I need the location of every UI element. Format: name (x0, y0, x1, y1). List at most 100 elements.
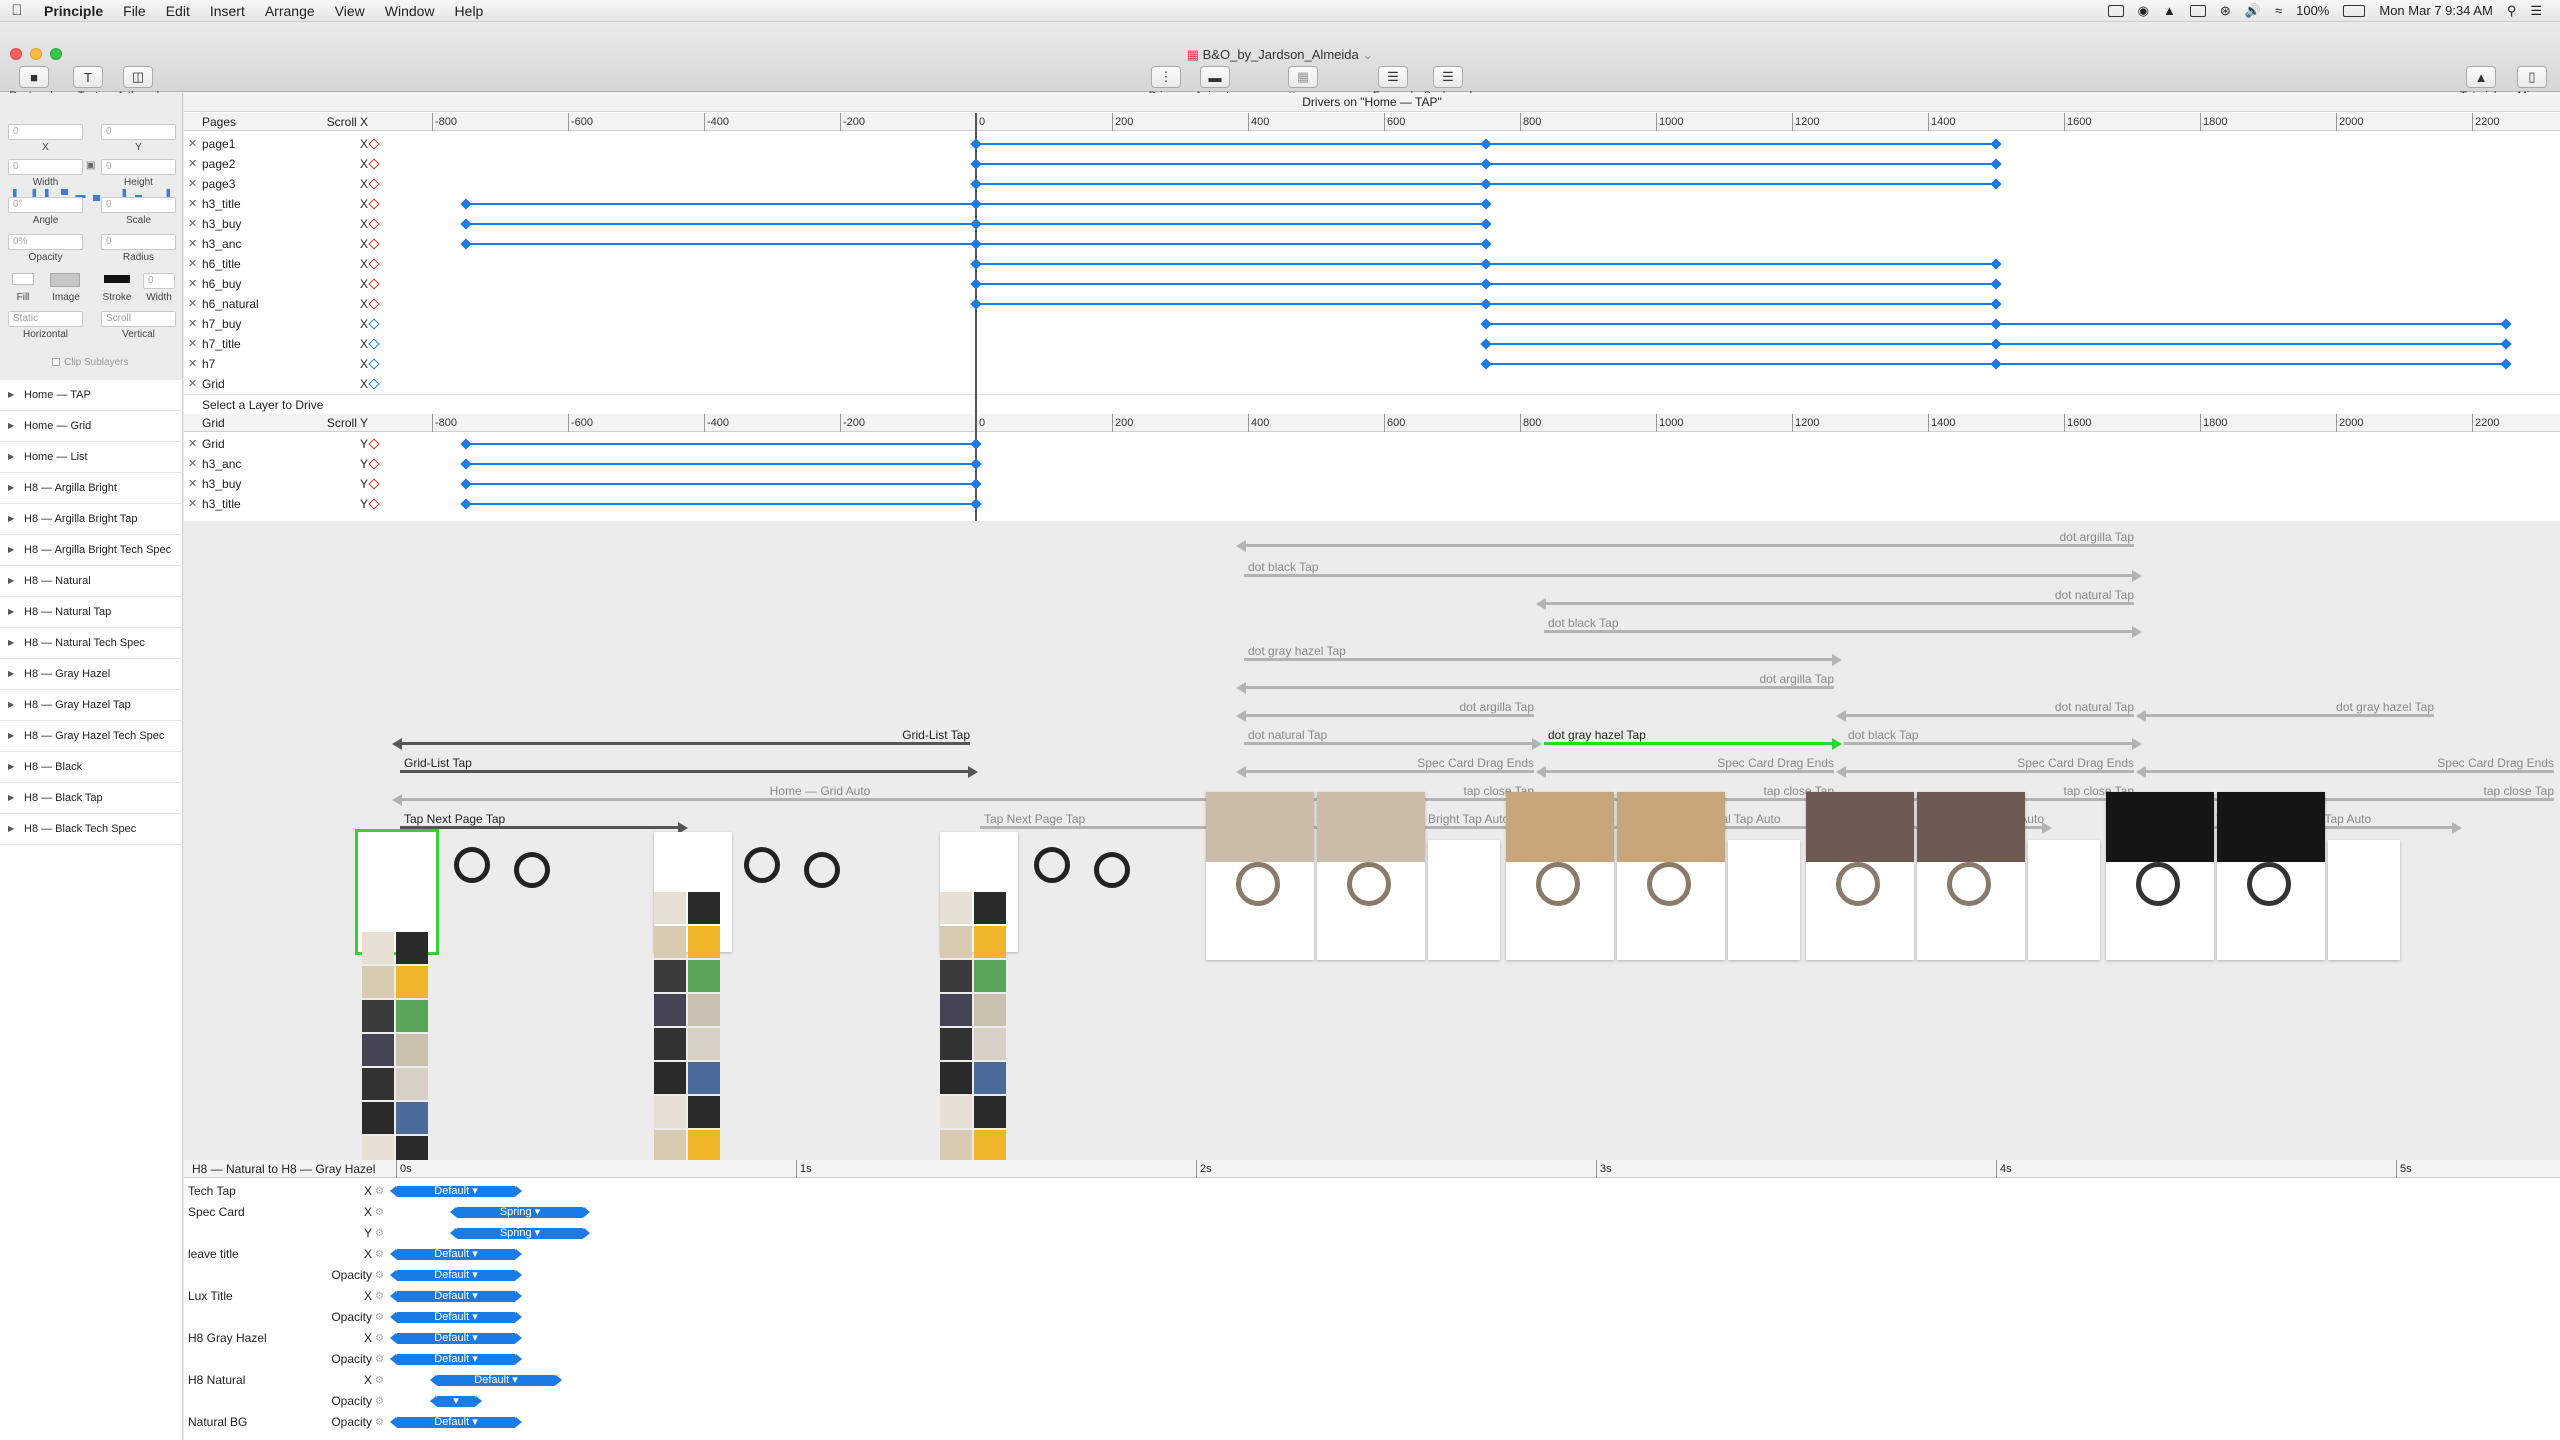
transition-line[interactable] (400, 770, 970, 773)
menu-arrange[interactable]: Arrange (255, 3, 325, 19)
layer-item[interactable]: ▶ H8 — Gray Hazel (0, 659, 183, 690)
scale-field[interactable]: 0 (101, 197, 176, 213)
disclosure-triangle-icon[interactable]: ▶ (8, 628, 14, 658)
property-gear-icon[interactable]: ⚙ (375, 1265, 384, 1286)
driver-keyframe-icon[interactable] (368, 198, 380, 210)
remove-driver-icon[interactable]: ✕ (188, 494, 197, 514)
height-field[interactable]: 0 (101, 159, 176, 175)
remove-driver-icon[interactable]: ✕ (188, 454, 197, 474)
driver-section-axis[interactable]: Scroll X (327, 113, 368, 131)
airplay-icon[interactable] (2189, 4, 2206, 17)
spotlight-icon[interactable]: ⚲ (2507, 3, 2517, 19)
camera-icon[interactable] (2107, 4, 2124, 17)
menu-app-name[interactable]: Principle (34, 3, 113, 19)
lock-icon[interactable]: ▣ (86, 160, 95, 171)
remove-driver-icon[interactable]: ✕ (188, 134, 197, 154)
transition-label[interactable]: dot natural Tap (1934, 700, 2134, 714)
layer-item[interactable]: ▶ H8 — Natural (0, 566, 183, 597)
transition-label[interactable]: dot argilla Tap (1334, 700, 1535, 714)
bluetooth-icon[interactable]: ⊛ (2220, 3, 2231, 19)
property-gear-icon[interactable]: ⚙ (375, 1286, 384, 1307)
animation-curve-button[interactable]: Default ▾ (390, 1417, 522, 1428)
layer-item[interactable]: ▶ Home — Grid (0, 411, 183, 442)
property-gear-icon[interactable]: ⚙ (375, 1391, 384, 1412)
layer-item[interactable]: ▶ H8 — Natural Tech Spec (0, 628, 183, 659)
disclosure-triangle-icon[interactable]: ▶ (8, 814, 14, 844)
vertical-select[interactable]: Scroll (101, 311, 176, 327)
property-gear-icon[interactable]: ⚙ (375, 1202, 384, 1223)
remove-driver-icon[interactable]: ✕ (188, 354, 197, 374)
transition-label[interactable]: Spec Card Drag Ends (1334, 756, 1534, 770)
property-gear-icon[interactable]: ⚙ (375, 1370, 384, 1391)
battery-icon[interactable] (2343, 4, 2366, 17)
notification-center-icon[interactable]: ☰ (2530, 3, 2542, 19)
driver-keyframe-icon[interactable] (368, 158, 380, 170)
timeline-row[interactable]: H8 Natural X ⚙ (184, 1370, 384, 1391)
animation-curve-button[interactable]: ▾ (430, 1396, 482, 1407)
disclosure-triangle-icon[interactable]: ▶ (8, 752, 14, 782)
driver-row[interactable]: ✕ h6_buy X (184, 274, 384, 294)
transition-label[interactable]: dot natural Tap (1934, 588, 2134, 602)
artboard-thumbnail[interactable] (2028, 840, 2100, 960)
transition-label[interactable]: dot gray hazel Tap (1548, 728, 1646, 742)
driver-keyframe-icon[interactable] (368, 358, 380, 370)
driver-keyframe-icon[interactable] (368, 278, 380, 290)
property-gear-icon[interactable]: ⚙ (375, 1328, 384, 1349)
property-gear-icon[interactable]: ⚙ (375, 1223, 384, 1244)
dropbox-icon[interactable]: ▲ (2163, 3, 2176, 18)
driver-row[interactable]: ✕ page2 X (184, 154, 384, 174)
transition-line[interactable] (1244, 714, 1534, 717)
transition-label[interactable]: Grid-List Tap (770, 728, 970, 742)
driver-keyframe-icon[interactable] (368, 238, 380, 250)
remove-driver-icon[interactable]: ✕ (188, 254, 197, 274)
transition-label[interactable]: dot gray hazel Tap (1248, 644, 1346, 658)
driver-keyframe-icon[interactable] (368, 178, 380, 190)
layer-item[interactable]: ▶ H8 — Argilla Bright Tap (0, 504, 183, 535)
disclosure-triangle-icon[interactable]: ▶ (8, 659, 14, 689)
animation-curve-button[interactable]: Default ▾ (390, 1186, 522, 1197)
clip-sublayers-checkbox[interactable] (52, 358, 60, 366)
x-field[interactable]: 0 (8, 124, 83, 140)
driver-row[interactable]: ✕ h7_buy X (184, 314, 384, 334)
transition-label[interactable]: dot argilla Tap (1634, 672, 1835, 686)
chevron-down-icon[interactable]: ⌄ (1359, 47, 1373, 62)
driver-keyframe-icon[interactable] (368, 218, 380, 230)
animation-curve-button[interactable]: Default ▾ (430, 1375, 562, 1386)
remove-driver-icon[interactable]: ✕ (188, 194, 197, 214)
driver-row[interactable]: ✕ h7_title X (184, 334, 384, 354)
driver-row[interactable]: ✕ h7 X (184, 354, 384, 374)
layer-item[interactable]: ▶ H8 — Gray Hazel Tech Spec (0, 721, 183, 752)
disclosure-triangle-icon[interactable]: ▶ (8, 721, 14, 751)
timeline-row[interactable]: Opacity ⚙ (184, 1265, 384, 1286)
disclosure-triangle-icon[interactable]: ▶ (8, 411, 14, 441)
transition-label[interactable]: dot argilla Tap (1934, 530, 2135, 544)
apple-icon[interactable]:  (0, 2, 34, 19)
animation-curve-button[interactable]: Default ▾ (390, 1249, 522, 1260)
layer-item[interactable]: ▶ H8 — Gray Hazel Tap (0, 690, 183, 721)
disclosure-triangle-icon[interactable]: ▶ (8, 597, 14, 627)
driver-keyframe-icon[interactable] (368, 318, 380, 330)
timeline-row[interactable]: leave title X ⚙ (184, 1244, 384, 1265)
property-gear-icon[interactable]: ⚙ (375, 1244, 384, 1265)
remove-driver-icon[interactable]: ✕ (188, 474, 197, 494)
horizontal-select[interactable]: Static (8, 311, 83, 327)
driver-keyframe-icon[interactable] (368, 338, 380, 350)
layer-item[interactable]: ▶ H8 — Argilla Bright (0, 473, 183, 504)
driver-keyframe-icon[interactable] (368, 478, 380, 490)
timeline-row[interactable]: Natural BG Opacity ⚙ (184, 1412, 384, 1433)
driver-row[interactable]: ✕ page3 X (184, 174, 384, 194)
property-gear-icon[interactable]: ⚙ (375, 1307, 384, 1328)
transition-label[interactable]: Spec Card Drag Ends (1934, 756, 2134, 770)
disclosure-triangle-icon[interactable]: ▶ (8, 566, 14, 596)
clock[interactable]: Mon Mar 7 9:34 AM (2379, 3, 2492, 18)
artboard-thumbnail[interactable] (2328, 840, 2400, 960)
transition-line[interactable] (1244, 544, 2134, 547)
transition-line[interactable] (1844, 770, 2134, 773)
driver-row[interactable]: ✕ h3_anc X (184, 234, 384, 254)
timeline-row[interactable]: Spec Card X ⚙ (184, 1202, 384, 1223)
transition-line[interactable] (1544, 630, 2134, 633)
transition-label[interactable]: Tap Next Page Tap (404, 812, 505, 826)
transition-line[interactable] (1544, 742, 1834, 745)
disclosure-triangle-icon[interactable]: ▶ (8, 535, 14, 565)
layer-item[interactable]: ▶ H8 — Black Tech Spec (0, 814, 183, 845)
